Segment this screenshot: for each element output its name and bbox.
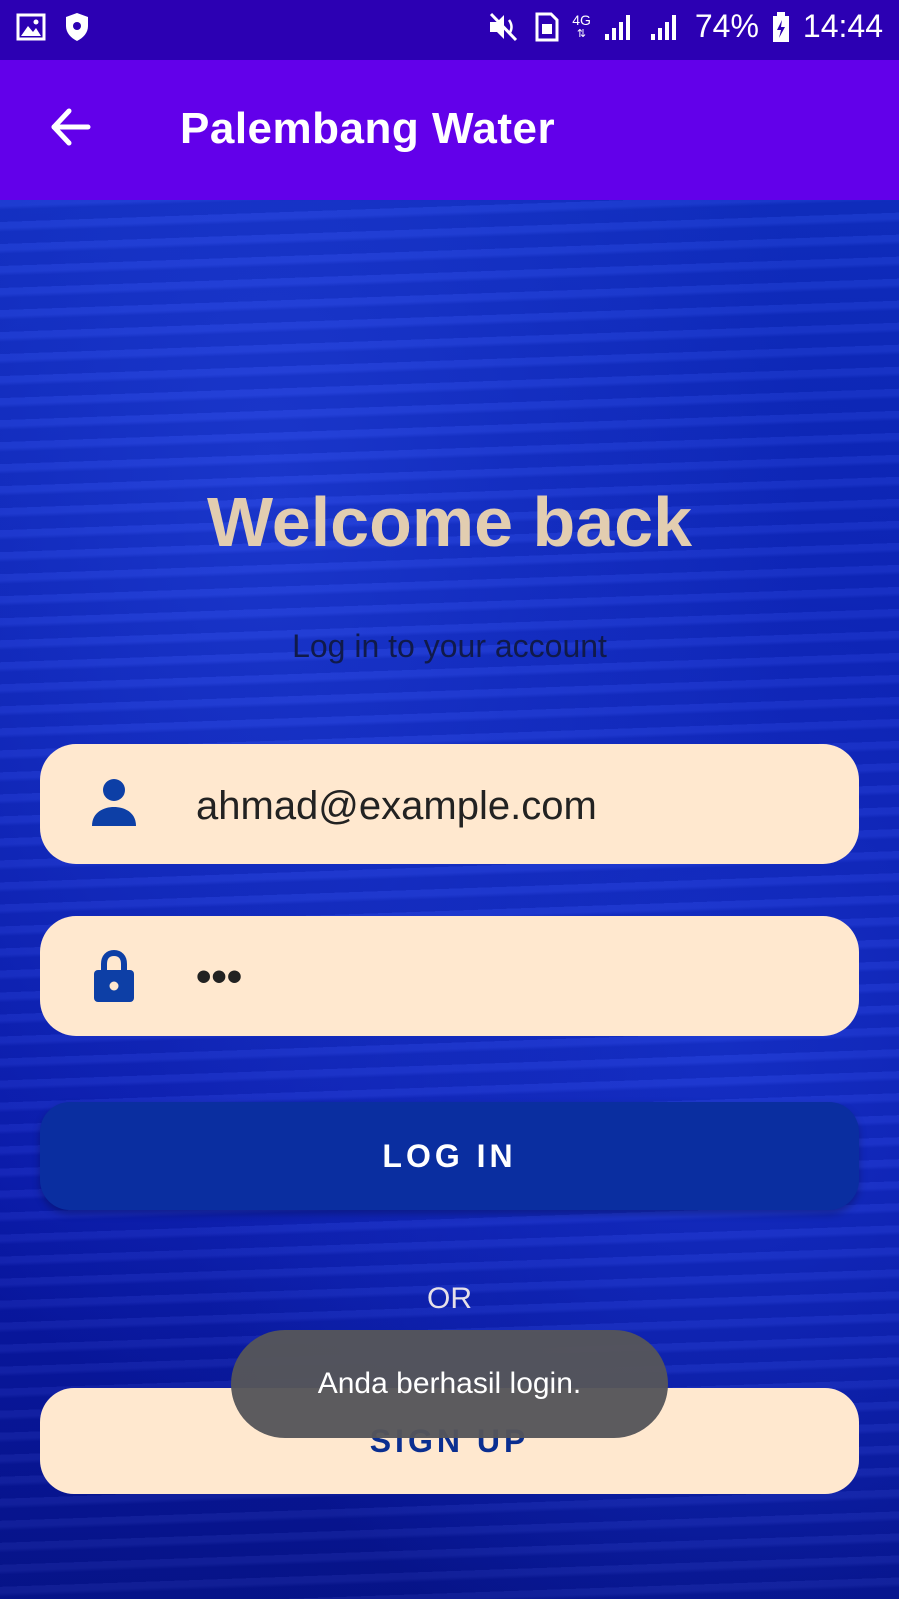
- clock: 14:44: [802, 8, 883, 44]
- battery-percent: 74%: [694, 8, 759, 44]
- network-label: 4G: [572, 11, 591, 28]
- sim-icon: [535, 12, 559, 41]
- status-bar: 4G ⇅ 74% 14:44: [0, 0, 899, 60]
- mute-icon: [490, 12, 518, 41]
- welcome-heading: Welcome back: [206, 483, 693, 561]
- signal-icon: [604, 14, 630, 40]
- login-button[interactable]: LOG IN: [40, 1102, 859, 1210]
- app-title: Palembang Water: [180, 104, 556, 153]
- toast-message: Anda berhasil login.: [231, 1330, 668, 1438]
- gallery-icon: [16, 13, 46, 41]
- password-field[interactable]: •••: [40, 916, 859, 1036]
- lock-icon: [94, 949, 134, 1002]
- signal-icon-2: [650, 14, 676, 40]
- battery-icon: [772, 11, 789, 42]
- password-value: •••: [196, 952, 243, 1001]
- email-field[interactable]: ahmad@example.com: [40, 744, 859, 864]
- status-bar-left: [16, 12, 90, 42]
- person-icon: [92, 779, 136, 826]
- data-arrows-icon: ⇅: [576, 27, 587, 40]
- network-type: 4G ⇅: [572, 13, 591, 41]
- status-bar-right: 4G ⇅ 74% 14:44: [488, 8, 883, 45]
- or-divider: OR: [427, 1282, 472, 1315]
- shield-icon: [66, 13, 88, 41]
- email-value: ahmad@example.com: [196, 784, 597, 828]
- arrow-left-icon[interactable]: [46, 102, 96, 152]
- app-bar: Palembang Water: [0, 60, 899, 200]
- login-subtitle: Log in to your account: [292, 628, 607, 664]
